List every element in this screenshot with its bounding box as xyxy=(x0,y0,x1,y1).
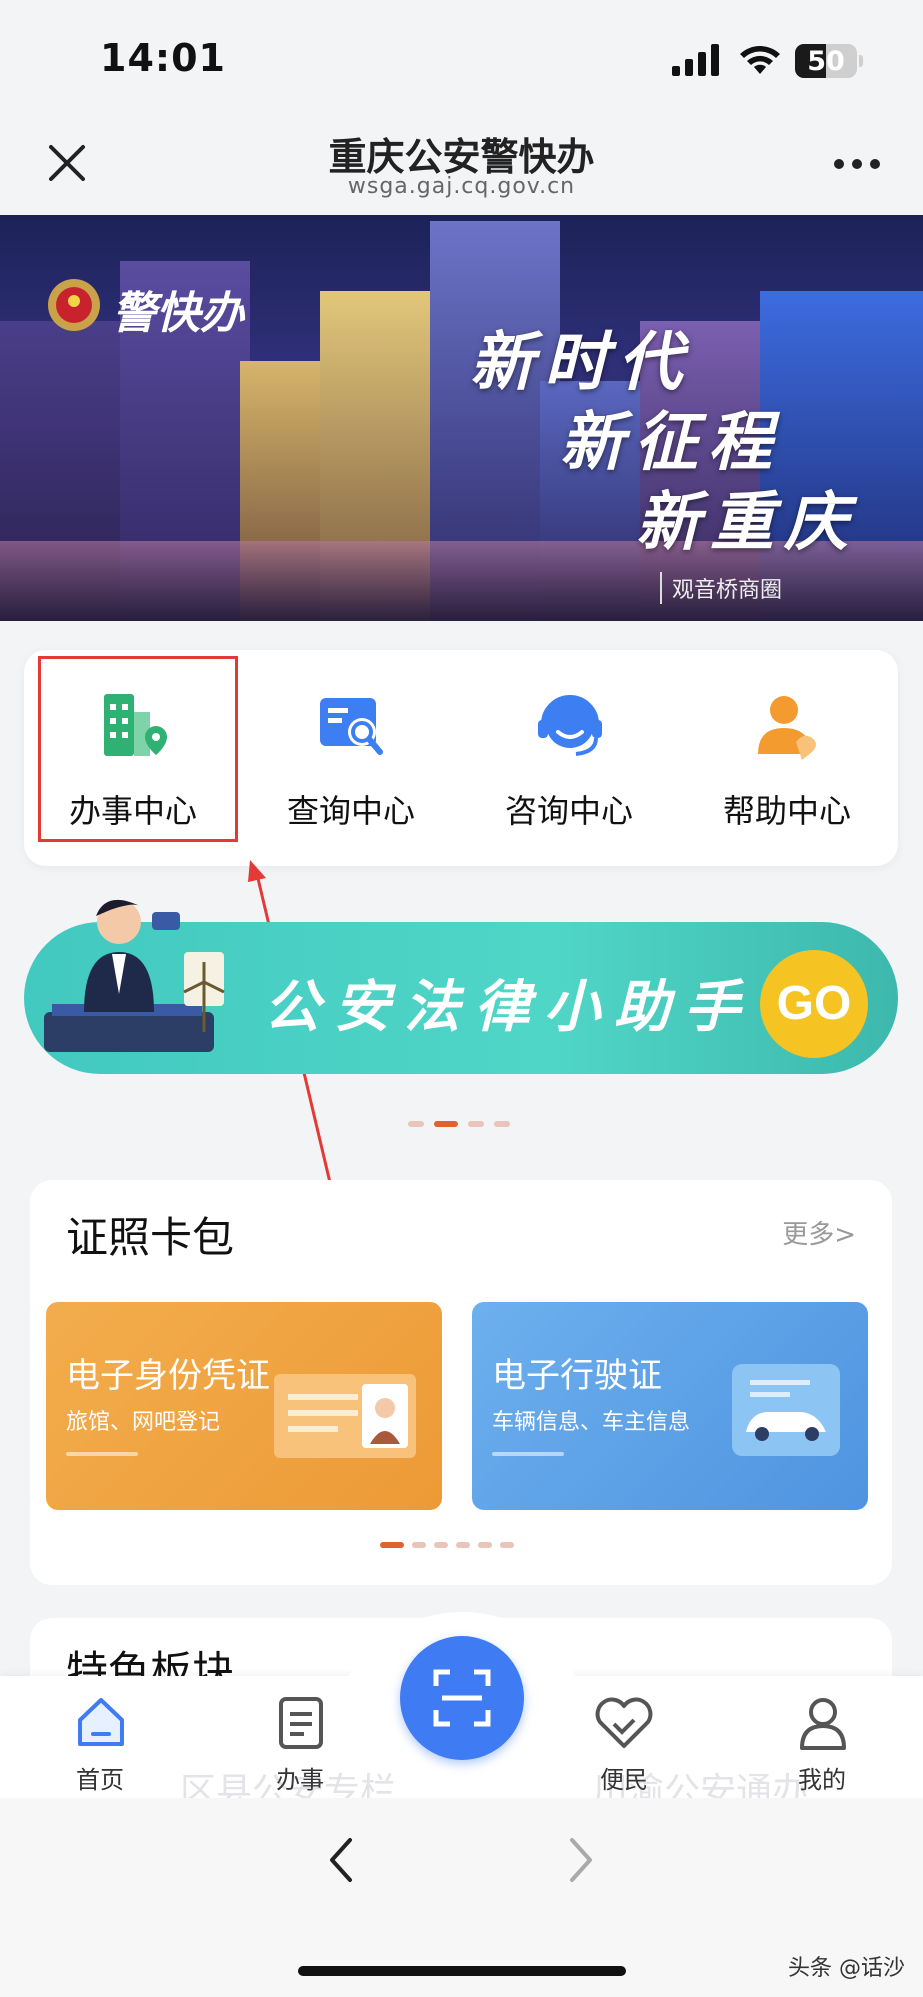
highlight-box xyxy=(38,656,238,842)
service-query-center[interactable]: 查询中心 xyxy=(242,650,460,866)
battery-indicator: 50 xyxy=(795,44,857,78)
legal-assistant-banner[interactable]: 公安法律小助手 GO xyxy=(24,899,898,1074)
scan-button[interactable] xyxy=(400,1636,524,1760)
driving-license-card[interactable]: 电子行驶证 车辆信息、车主信息 xyxy=(472,1302,868,1510)
card-subtitle: 车辆信息、车主信息 xyxy=(492,1410,691,1435)
id-credential-card[interactable]: 电子身份凭证 旅馆、网吧登记 xyxy=(46,1302,442,1510)
go-button[interactable]: GO xyxy=(760,950,868,1058)
wifi-icon xyxy=(740,46,780,74)
service-label: 查询中心 xyxy=(286,792,415,830)
status-time: 14:01 xyxy=(100,36,226,80)
service-label: 帮助中心 xyxy=(722,792,851,830)
page-title: 重庆公安警快办 xyxy=(328,135,595,179)
carousel-indicator xyxy=(408,1121,514,1129)
more-options-icon[interactable] xyxy=(834,158,880,170)
banner-slogan-2: 新征程 xyxy=(560,405,782,480)
card-title: 电子身份凭证 xyxy=(66,1356,270,1396)
heart-icon xyxy=(595,1697,653,1748)
legal-banner-text: 公安法律小助手 xyxy=(264,975,754,1040)
battery-level: 50 xyxy=(807,46,845,77)
page-url: wsga.gaj.cq.gov.cn xyxy=(347,174,576,199)
back-arrow-icon[interactable] xyxy=(326,1836,356,1884)
card-subtitle: 旅馆、网吧登记 xyxy=(66,1410,221,1435)
banner-logo-text: 警快办 xyxy=(112,288,244,339)
service-consult-center[interactable]: 咨询中心 xyxy=(460,650,678,866)
id-card-icon xyxy=(274,1374,416,1458)
battery-tip xyxy=(859,55,863,67)
section-title: 证照卡包 xyxy=(66,1213,235,1262)
car-icon xyxy=(732,1364,840,1456)
helping-hand-icon xyxy=(758,696,816,760)
more-link[interactable]: 更多> xyxy=(782,1214,856,1251)
service-label: 咨询中心 xyxy=(504,792,633,830)
search-document-icon xyxy=(320,698,383,755)
license-wallet-section: 证照卡包 更多> 电子身份凭证 旅馆、网吧登记 电子行驶证 车辆信息、车主信息 xyxy=(30,1180,892,1585)
card-title: 电子行驶证 xyxy=(492,1356,662,1396)
wallet-carousel-indicator xyxy=(380,1542,542,1550)
watermark: 头条 @话沙 xyxy=(788,1956,905,1981)
user-icon xyxy=(800,1698,846,1750)
headset-icon xyxy=(538,695,602,756)
banner-caption: 观音桥商圈 xyxy=(660,572,782,604)
service-help-center[interactable]: 帮助中心 xyxy=(678,650,896,866)
document-icon xyxy=(279,1697,323,1749)
home-indicator[interactable] xyxy=(298,1966,626,1976)
hero-banner[interactable]: 警快办 新时代 新征程 新重庆 观音桥商圈 xyxy=(0,215,923,621)
banner-slogan-1: 新时代 xyxy=(470,325,692,400)
police-emblem-icon xyxy=(48,279,100,331)
banner-slogan-3: 新重庆 xyxy=(636,485,858,560)
forward-arrow-icon[interactable] xyxy=(566,1836,596,1884)
home-icon xyxy=(78,1698,124,1746)
lawyer-illustration-icon xyxy=(44,899,225,1052)
tab-label: 首页 xyxy=(76,1766,124,1794)
scan-icon xyxy=(433,1669,491,1727)
signal-icon xyxy=(672,44,719,76)
